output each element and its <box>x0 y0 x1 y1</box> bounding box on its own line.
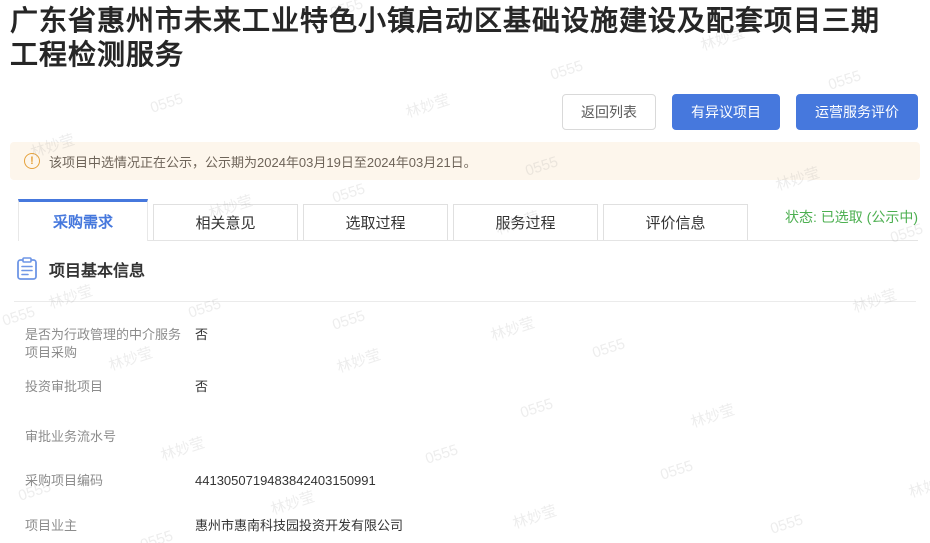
field-label: 是否为行政管理的中介服务项目采购 <box>25 326 195 362</box>
watermark: 0555 <box>186 295 223 321</box>
page-title: 广东省惠州市未来工业特色小镇启动区基础设施建设及配套项目三期工程检测服务 <box>10 4 884 72</box>
tab-bar: 采购需求 相关意见 选取过程 服务过程 评价信息 状态: 已选取 (公示中) <box>18 199 918 241</box>
publicity-alert: ! 该项目中选情况正在公示，公示期为2024年03月19日至2024年03月21… <box>10 142 920 180</box>
tab-procurement-requirements[interactable]: 采购需求 <box>18 199 148 241</box>
field-value: 惠州市惠南科技园投资开发有限公司 <box>195 517 403 535</box>
back-to-list-button[interactable]: 返回列表 <box>562 94 656 130</box>
field-label: 采购项目编码 <box>25 472 195 490</box>
field-value: 否 <box>195 378 208 396</box>
watermark: 林妙莹 <box>403 89 452 123</box>
field-row-intermediary-procurement: 是否为行政管理的中介服务项目采购 否 <box>25 326 910 362</box>
tab-related-opinions[interactable]: 相关意见 <box>153 204 298 240</box>
tab-evaluation-info[interactable]: 评价信息 <box>603 204 748 240</box>
status-badge: 状态: 已选取 (公示中) <box>785 207 918 233</box>
section-title: 项目基本信息 <box>49 257 145 281</box>
tab-selection-process[interactable]: 选取过程 <box>303 204 448 240</box>
field-value: 4413050719483842403150991 <box>195 472 376 490</box>
section-header-basic-info: 项目基本信息 <box>16 257 145 281</box>
section-divider <box>14 301 916 302</box>
alert-text: 该项目中选情况正在公示，公示期为2024年03月19日至2024年03月21日。 <box>49 152 477 171</box>
field-value: 否 <box>195 326 208 344</box>
dispute-project-button[interactable]: 有异议项目 <box>672 94 780 130</box>
exclamation-circle-icon: ! <box>24 153 40 169</box>
field-row-procurement-project-code: 采购项目编码 4413050719483842403150991 <box>25 472 910 490</box>
tab-service-process[interactable]: 服务过程 <box>453 204 598 240</box>
field-label: 项目业主 <box>25 517 195 535</box>
field-label: 投资审批项目 <box>25 378 195 396</box>
basic-info-fields: 是否为行政管理的中介服务项目采购 否 投资审批项目 否 审批业务流水号 采购项目… <box>25 326 910 535</box>
service-evaluation-button[interactable]: 运营服务评价 <box>796 94 918 130</box>
watermark: 0555 <box>148 90 185 116</box>
field-row-investment-approval: 投资审批项目 否 <box>25 378 910 396</box>
watermark: 林妙莹 <box>46 280 95 314</box>
field-row-project-owner: 项目业主 惠州市惠南科技园投资开发有限公司 <box>25 517 910 535</box>
field-row-approval-serial-number: 审批业务流水号 <box>25 428 910 446</box>
toolbar: 返回列表 有异议项目 运营服务评价 <box>562 94 918 130</box>
clipboard-icon <box>16 257 38 281</box>
project-detail-page: 广东省惠州市未来工业特色小镇启动区基础设施建设及配套项目三期工程检测服务 返回列… <box>0 0 930 543</box>
field-label: 审批业务流水号 <box>25 428 195 446</box>
